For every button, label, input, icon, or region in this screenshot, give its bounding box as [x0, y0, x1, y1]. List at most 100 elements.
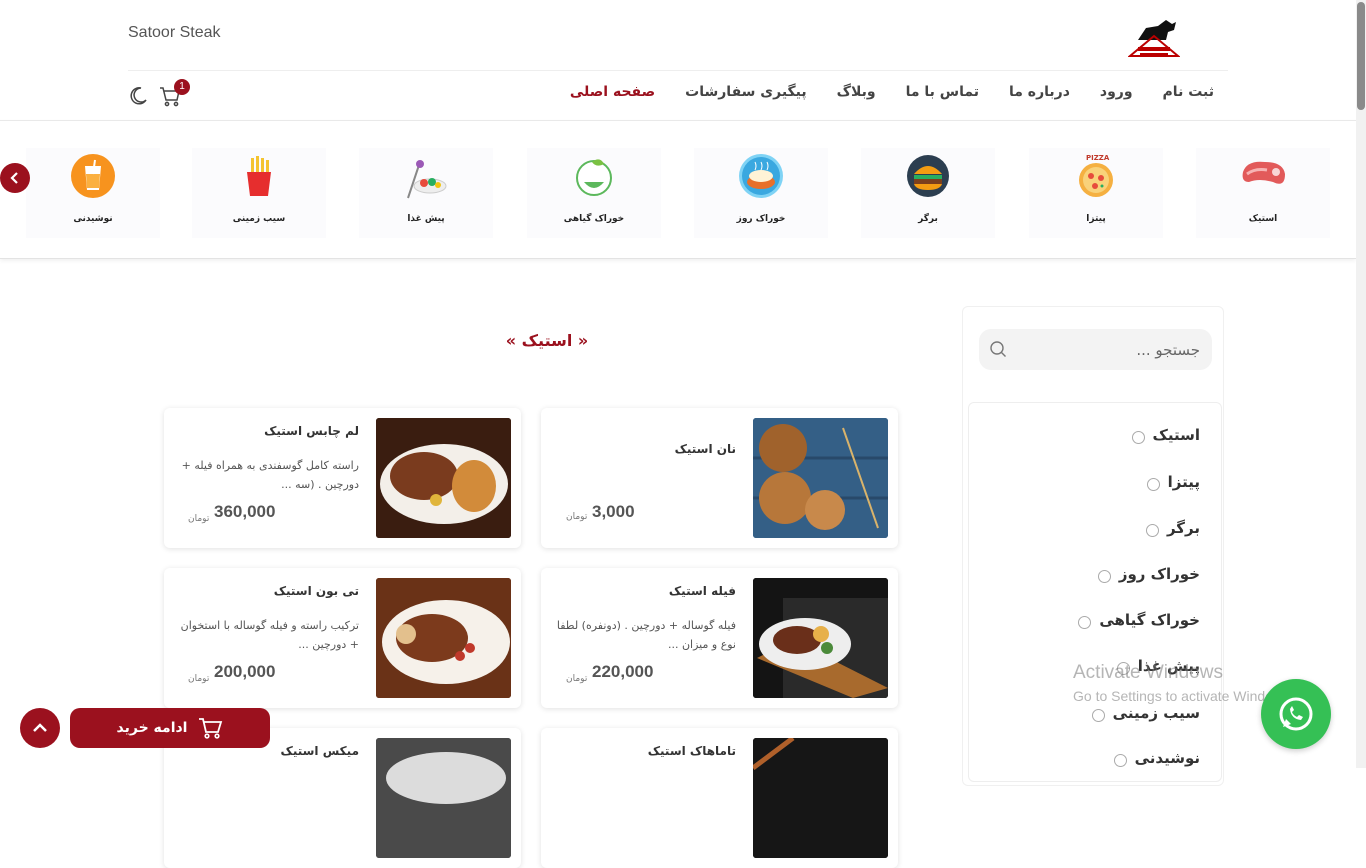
filter-label: پیتزا: [1167, 472, 1200, 491]
scroll-top-button[interactable]: [20, 708, 60, 748]
filter-burger[interactable]: برگر: [1145, 518, 1200, 537]
nav-about[interactable]: درباره ما: [1009, 84, 1070, 100]
continue-shopping-label: ادامه خرید: [116, 720, 188, 736]
search-input[interactable]: [1015, 329, 1200, 370]
category-label: پیش غذا: [407, 214, 445, 224]
filter-steak[interactable]: استیک: [1131, 425, 1201, 444]
product-description: ترکیب راسته و فیله گوساله با استخوان + د…: [180, 619, 359, 651]
pizza-icon: PIZZA: [1079, 154, 1113, 197]
t-bone-steak-photo: [376, 578, 511, 698]
category-label: استیک: [1248, 214, 1278, 224]
steak-icon: [1242, 161, 1285, 184]
product-image[interactable]: [376, 578, 511, 698]
chevron-left-icon: [10, 172, 18, 184]
category-filter-box: [968, 402, 1222, 782]
filter-label: سیب زمینی: [1112, 703, 1200, 722]
product-name[interactable]: نان استیک: [675, 442, 736, 456]
section-title: « استیک »: [505, 331, 589, 350]
mix-steak-photo: [376, 738, 511, 858]
filter-daily-dish[interactable]: خوراک روز: [1097, 564, 1200, 583]
nav-login[interactable]: ورود: [1100, 84, 1133, 100]
price-unit: تومان: [188, 514, 210, 524]
whatsapp-icon: [1279, 697, 1313, 731]
cart-count-badge: 1: [174, 79, 190, 95]
scrollbar-thumb[interactable]: [1357, 2, 1365, 110]
search-icon[interactable]: [989, 340, 1007, 358]
chevron-up-icon: [33, 723, 47, 732]
product-name[interactable]: میکس استیک: [281, 744, 359, 758]
category-fries[interactable]: سیب زمینی: [192, 148, 326, 238]
filter-drink[interactable]: نوشیدنی: [1113, 748, 1200, 767]
fillet-steak-photo: [753, 578, 888, 698]
nav-blog[interactable]: وبلاگ: [837, 84, 876, 100]
product-card[interactable]: فیله استیک فیله گوساله + دورچین . (دونفر…: [541, 568, 898, 708]
category-vegetarian[interactable]: خوراک گیاهی: [527, 148, 661, 238]
product-card[interactable]: تاماهاک استیک: [541, 728, 898, 868]
product-card[interactable]: لم چابس استیک راسته کامل گوسفندی به همرا…: [164, 408, 521, 548]
dark-mode-icon[interactable]: [128, 86, 148, 106]
product-card[interactable]: نان استیک 3,000 تومان: [541, 408, 898, 548]
product-image[interactable]: [753, 418, 888, 538]
vegetarian-icon: [576, 159, 612, 196]
lamb-chops-photo: [376, 418, 511, 538]
product-image[interactable]: [376, 738, 511, 858]
category-label: سیب زمینی: [232, 214, 286, 224]
filter-radio[interactable]: [1145, 524, 1159, 537]
filter-radio[interactable]: [1131, 431, 1145, 444]
filter-radio[interactable]: [1097, 570, 1111, 583]
nav-contact[interactable]: تماس با ما: [906, 84, 979, 100]
filter-fries[interactable]: سیب زمینی: [1091, 703, 1200, 722]
nav-order-tracking[interactable]: پیگیری سفارشات: [685, 84, 807, 100]
search-box: [979, 329, 1212, 370]
drink-icon: [71, 154, 115, 198]
product-price: 200,000: [214, 662, 276, 681]
category-steak[interactable]: استیک: [1196, 148, 1330, 238]
continue-shopping-button[interactable]: ادامه خرید: [70, 708, 270, 748]
category-label: پیتزا: [1086, 214, 1106, 224]
category-daily-dish[interactable]: خوراک روز: [694, 148, 828, 238]
logo-icon[interactable]: [1128, 18, 1180, 58]
category-pizza[interactable]: PIZZA پیتزا: [1029, 148, 1163, 238]
product-card[interactable]: میکس استیک: [164, 728, 521, 868]
product-name[interactable]: لم چابس استیک: [264, 424, 359, 438]
tomahawk-steak-photo: [753, 738, 888, 858]
category-label: خوراک روز: [736, 214, 786, 224]
product-image[interactable]: [753, 578, 888, 698]
nav-register[interactable]: ثبت نام: [1163, 84, 1214, 100]
filter-vegetarian[interactable]: خوراک گیاهی: [1078, 610, 1200, 629]
svg-text:PIZZA: PIZZA: [1086, 154, 1110, 162]
cart-icon: [199, 718, 223, 739]
product-description: فیله گوساله + دورچین . (دونفره) لطفا نوع…: [556, 619, 736, 651]
category-burger[interactable]: برگر: [861, 148, 995, 238]
product-image[interactable]: [753, 738, 888, 858]
category-label: نوشیدنی: [73, 214, 113, 224]
nav-home[interactable]: صفحه اصلی: [570, 84, 655, 100]
appetizer-icon: [407, 160, 447, 199]
product-description: راسته کامل گوسفندی به همراه فیله + دورچی…: [181, 459, 359, 491]
filter-pizza[interactable]: پیتزا: [1146, 472, 1200, 491]
category-label: خوراک گیاهی: [563, 214, 625, 224]
filter-radio[interactable]: [1146, 478, 1160, 491]
filter-radio[interactable]: [1113, 754, 1127, 767]
filter-label: خوراک گیاهی: [1099, 610, 1200, 629]
whatsapp-button[interactable]: [1261, 679, 1331, 749]
product-name[interactable]: تی بون استیک: [274, 584, 359, 598]
filter-label: خوراک روز: [1118, 564, 1200, 583]
filter-label: استیک: [1152, 425, 1201, 444]
category-label: برگر: [918, 214, 938, 224]
category-drink[interactable]: نوشیدنی: [26, 148, 160, 238]
product-price: 220,000: [592, 662, 654, 681]
product-name[interactable]: فیله استیک: [669, 584, 736, 598]
product-card[interactable]: تی بون استیک ترکیب راسته و فیله گوساله ب…: [164, 568, 521, 708]
product-image[interactable]: [376, 418, 511, 538]
page-scrollbar[interactable]: [1356, 0, 1366, 768]
filter-radio[interactable]: [1091, 709, 1105, 722]
price-unit: تومان: [188, 674, 210, 684]
category-appetizer[interactable]: پیش غذا: [359, 148, 493, 238]
product-name[interactable]: تاماهاک استیک: [648, 744, 736, 758]
brand-name[interactable]: Satoor Steak: [128, 24, 221, 42]
carousel-prev-button[interactable]: [0, 163, 30, 193]
burger-icon: [907, 155, 949, 197]
filter-radio[interactable]: [1078, 616, 1092, 629]
filter-label: نوشیدنی: [1134, 748, 1200, 767]
